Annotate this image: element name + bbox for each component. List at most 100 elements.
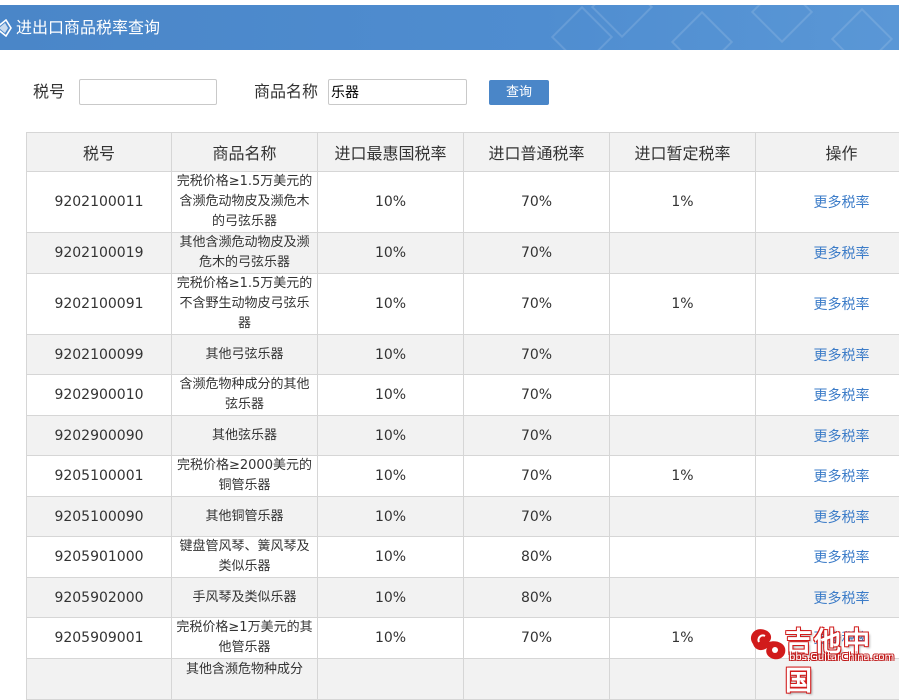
more-rates-link[interactable]: 更多税率: [756, 274, 899, 335]
general-rate-cell: 70%: [464, 456, 610, 497]
table-row: 9202100019 其他含濒危动物皮及濒危木的弓弦乐器 10% 70% 更多税…: [27, 233, 899, 274]
general-rate-cell: 70%: [464, 335, 610, 375]
column-header-tax-no: 税号: [27, 133, 172, 172]
tax-no-cell: 9202900010: [27, 375, 172, 416]
tax-no-cell: 9205909001: [27, 618, 172, 659]
more-rates-link[interactable]: 更多税率: [756, 375, 899, 416]
provisional-rate-cell: 1%: [610, 456, 756, 497]
product-name-cell: 完税价格≥1.5万美元的不含野生动物皮弓弦乐器: [172, 274, 318, 335]
provisional-rate-cell: 1%: [610, 618, 756, 659]
mfn-rate-cell: 10%: [318, 618, 464, 659]
mfn-rate-cell: 10%: [318, 456, 464, 497]
tax-no-cell: 9202100099: [27, 335, 172, 375]
table-row: 9205902000 手风琴及类似乐器 10% 80% 更多税率: [27, 578, 899, 618]
general-rate-cell: 70%: [464, 274, 610, 335]
more-rates-link[interactable]: 更多税率: [756, 456, 899, 497]
general-rate-cell: 70%: [464, 233, 610, 274]
header-decoration: [751, 5, 813, 43]
mfn-rate-cell: 10%: [318, 497, 464, 537]
more-rates-link[interactable]: 更多税率: [756, 578, 899, 618]
mfn-rate-cell: 10%: [318, 274, 464, 335]
provisional-rate-cell: [610, 416, 756, 456]
product-name-cell: 含濒危物种成分的其他弦乐器: [172, 375, 318, 416]
product-name-input[interactable]: [328, 79, 467, 105]
column-header-product-name: 商品名称: [172, 133, 318, 172]
tax-no-cell: 9202900090: [27, 416, 172, 456]
more-rates-link[interactable]: 更多税率: [756, 335, 899, 375]
general-rate-cell: 80%: [464, 578, 610, 618]
page-title: 进出口商品税率查询: [16, 17, 160, 39]
product-name-cell: 其他弓弦乐器: [172, 335, 318, 375]
table-row: 9202100099 其他弓弦乐器 10% 70% 更多税率: [27, 335, 899, 375]
provisional-rate-cell: [610, 578, 756, 618]
product-name-cell: 其他铜管乐器: [172, 497, 318, 537]
diamond-icon: [0, 19, 12, 37]
product-name-cell: 完税价格≥1万美元的其他管乐器: [172, 618, 318, 659]
provisional-rate-cell: 1%: [610, 274, 756, 335]
general-rate-cell: 70%: [464, 416, 610, 456]
tax-no-cell: 9205902000: [27, 578, 172, 618]
more-rates-link[interactable]: 更多税率: [756, 233, 899, 274]
general-rate-cell: 80%: [464, 537, 610, 578]
watermark-url: bbs.GuitarChina.com: [789, 652, 894, 663]
provisional-rate-cell: 1%: [610, 172, 756, 233]
general-rate-cell: 70%: [464, 375, 610, 416]
table-row: 9202900010 含濒危物种成分的其他弦乐器 10% 70% 更多税率: [27, 375, 899, 416]
tax-no-cell: 9202100019: [27, 233, 172, 274]
product-name-cell: 其他含濒危物种成分: [172, 659, 318, 700]
product-name-cell: 其他含濒危动物皮及濒危木的弓弦乐器: [172, 233, 318, 274]
mfn-rate-cell: 10%: [318, 416, 464, 456]
tax-no-input[interactable]: [79, 79, 217, 105]
tax-no-cell: 9205100090: [27, 497, 172, 537]
provisional-rate-cell: [610, 233, 756, 274]
product-name-cell: 完税价格≥1.5万美元的含濒危动物皮及濒危木的弓弦乐器: [172, 172, 318, 233]
provisional-rate-cell: [610, 375, 756, 416]
product-name-cell: 其他弦乐器: [172, 416, 318, 456]
table-row: 9205100090 其他铜管乐器 10% 70% 更多税率: [27, 497, 899, 537]
general-rate-cell: [464, 659, 610, 700]
column-header-action: 操作: [756, 133, 899, 172]
more-rates-link[interactable]: 更多税率: [756, 497, 899, 537]
general-rate-cell: 70%: [464, 497, 610, 537]
tax-rate-table: 税号 商品名称 进口最惠国税率 进口普通税率 进口暂定税率 操作 9202100…: [26, 132, 899, 700]
table-row: 9202100091 完税价格≥1.5万美元的不含野生动物皮弓弦乐器 10% 7…: [27, 274, 899, 335]
provisional-rate-cell: [610, 537, 756, 578]
more-rates-link[interactable]: 更多税率: [756, 416, 899, 456]
table-row: 9202100011 完税价格≥1.5万美元的含濒危动物皮及濒危木的弓弦乐器 1…: [27, 172, 899, 233]
product-name-label: 商品名称: [254, 81, 318, 103]
provisional-rate-cell: [610, 335, 756, 375]
provisional-rate-cell: [610, 497, 756, 537]
more-rates-link[interactable]: 更多税率: [756, 537, 899, 578]
site-watermark: 吉他中国 bbs.GuitarChina.com: [745, 620, 895, 668]
mfn-rate-cell: [318, 659, 464, 700]
mfn-rate-cell: 10%: [318, 375, 464, 416]
tax-no-cell: 9205901000: [27, 537, 172, 578]
general-rate-cell: 70%: [464, 618, 610, 659]
more-rates-link[interactable]: 更多税率: [756, 172, 899, 233]
mfn-rate-cell: 10%: [318, 537, 464, 578]
mfn-rate-cell: 10%: [318, 578, 464, 618]
provisional-rate-cell: [610, 659, 756, 700]
tax-no-label: 税号: [33, 81, 65, 103]
mfn-rate-cell: 10%: [318, 335, 464, 375]
table-row: 9202900090 其他弦乐器 10% 70% 更多税率: [27, 416, 899, 456]
tax-no-cell: [27, 659, 172, 700]
page-header: 进出口商品税率查询: [0, 5, 899, 50]
product-name-cell: 完税价格≥2000美元的铜管乐器: [172, 456, 318, 497]
tax-no-cell: 9205100001: [27, 456, 172, 497]
column-header-provisional-rate: 进口暂定税率: [610, 133, 756, 172]
product-name-cell: 键盘管风琴、簧风琴及类似乐器: [172, 537, 318, 578]
table-row: 9205100001 完税价格≥2000美元的铜管乐器 10% 70% 1% 更…: [27, 456, 899, 497]
table-row: 9205901000 键盘管风琴、簧风琴及类似乐器 10% 80% 更多税率: [27, 537, 899, 578]
table-header-row: 税号 商品名称 进口最惠国税率 进口普通税率 进口暂定税率 操作: [27, 133, 899, 172]
search-button[interactable]: 查询: [489, 80, 549, 105]
header-decoration: [671, 11, 733, 50]
header-decoration: [831, 8, 893, 50]
tax-no-cell: 9202100091: [27, 274, 172, 335]
product-name-cell: 手风琴及类似乐器: [172, 578, 318, 618]
tax-no-cell: 9202100011: [27, 172, 172, 233]
guitar-logo-icon: [745, 624, 789, 664]
column-header-general-rate: 进口普通税率: [464, 133, 610, 172]
mfn-rate-cell: 10%: [318, 233, 464, 274]
general-rate-cell: 70%: [464, 172, 610, 233]
